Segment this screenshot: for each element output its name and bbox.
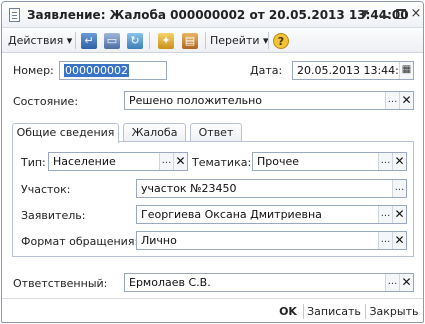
state-label: Состояние: bbox=[13, 95, 79, 108]
post-icon[interactable]: ↵ bbox=[81, 33, 97, 49]
state-value: Решено положительно bbox=[129, 94, 263, 107]
format-clear-button[interactable]: ✕ bbox=[392, 232, 406, 249]
topic-select-button[interactable]: ... bbox=[378, 153, 392, 170]
format-value: Лично bbox=[141, 234, 177, 247]
applicant-select-button[interactable]: ... bbox=[378, 206, 392, 223]
state-clear-button[interactable]: ✕ bbox=[399, 92, 413, 109]
window-title: Заявление: Жалоба 000000002 от 20.05.201… bbox=[27, 8, 409, 22]
district-label: Участок: bbox=[21, 183, 71, 196]
date-label: Дата: bbox=[250, 64, 283, 77]
district-field[interactable]: участок №23450 ... bbox=[136, 179, 407, 198]
topic-value: Прочее bbox=[257, 155, 300, 168]
chevron-down-icon: ▾ bbox=[66, 34, 73, 47]
type-label: Тип: bbox=[21, 156, 46, 169]
applicant-clear-button[interactable]: ✕ bbox=[392, 206, 406, 223]
responsible-clear-button[interactable]: ✕ bbox=[399, 274, 413, 291]
date-value: 20.05.2013 13:44:00 bbox=[297, 64, 413, 77]
topic-field[interactable]: Прочее ... ✕ bbox=[252, 152, 407, 171]
state-field[interactable]: Решено положительно ... ✕ bbox=[124, 91, 414, 110]
topic-label: Тематика: bbox=[192, 156, 252, 169]
tab-general[interactable]: Общие сведения bbox=[12, 123, 119, 143]
actions-menu-label: Действия bbox=[8, 34, 64, 47]
window-menu-button[interactable]: ▼ bbox=[357, 6, 373, 22]
ok-button[interactable]: OK bbox=[276, 302, 300, 321]
toolbar-divider bbox=[149, 32, 150, 49]
toolbar: Действия ▾ ↵ ▭ ↻ ✦ ▤ Перейти ▾ ? bbox=[2, 28, 423, 53]
district-value: участок №23450 bbox=[141, 182, 237, 195]
maximize-icon bbox=[396, 9, 406, 19]
format-label: Формат обращения: bbox=[21, 235, 139, 248]
number-label: Номер: bbox=[13, 64, 54, 77]
close-window-button[interactable]: × bbox=[408, 6, 423, 22]
toolbar-divider bbox=[268, 32, 269, 49]
responsible-select-button[interactable]: ... bbox=[385, 274, 399, 291]
number-value: 000000002 bbox=[64, 64, 129, 77]
district-select-button[interactable]: ... bbox=[392, 180, 406, 197]
number-field[interactable]: 000000002 bbox=[59, 61, 167, 80]
applicant-label: Заявитель: bbox=[21, 209, 86, 222]
title-bar: Заявление: Жалоба 000000002 от 20.05.201… bbox=[2, 2, 423, 28]
print-icon[interactable]: ▤ bbox=[182, 33, 198, 49]
applicant-value: Георгиева Оксана Дмитриевна bbox=[141, 208, 322, 221]
footer-button-divider bbox=[365, 304, 366, 319]
responsible-field[interactable]: Ермолаев С.В. ... ✕ bbox=[124, 273, 414, 292]
format-select-button[interactable]: ... bbox=[378, 232, 392, 249]
actions-menu-button[interactable]: Действия ▾ bbox=[8, 32, 72, 49]
format-field[interactable]: Лично ... ✕ bbox=[136, 231, 407, 250]
applicant-field[interactable]: Георгиева Оксана Дмитриевна ... ✕ bbox=[136, 205, 407, 224]
create-based-on-icon[interactable]: ✦ bbox=[158, 33, 174, 49]
save-button[interactable]: Записать bbox=[307, 302, 361, 321]
maximize-button[interactable] bbox=[393, 6, 409, 22]
minimize-icon bbox=[379, 16, 389, 18]
refresh-icon[interactable]: ↻ bbox=[127, 33, 143, 49]
help-icon[interactable]: ? bbox=[273, 33, 289, 49]
toolbar-divider bbox=[205, 32, 206, 49]
tab-answer[interactable]: Ответ bbox=[190, 123, 242, 142]
unpost-icon[interactable]: ▭ bbox=[104, 33, 120, 49]
responsible-value: Ермолаев С.В. bbox=[129, 276, 211, 289]
footer-button-divider bbox=[303, 304, 304, 319]
type-field[interactable]: Население ... ✕ bbox=[48, 152, 188, 171]
responsible-label: Ответственный: bbox=[13, 277, 108, 290]
type-value: Население bbox=[53, 155, 116, 168]
goto-menu-label: Перейти bbox=[210, 34, 260, 47]
toolbar-divider bbox=[75, 32, 76, 49]
tab-complaint[interactable]: Жалоба bbox=[123, 123, 186, 142]
minimize-button[interactable] bbox=[376, 6, 392, 22]
goto-menu-button[interactable]: Перейти ▾ bbox=[210, 32, 269, 49]
close-button[interactable]: Закрыть bbox=[369, 302, 419, 321]
date-field[interactable]: 20.05.2013 13:44:00 ▦ bbox=[292, 61, 414, 80]
document-window: Заявление: Жалоба 000000002 от 20.05.201… bbox=[1, 1, 424, 323]
type-select-button[interactable]: ... bbox=[159, 153, 173, 170]
type-clear-button[interactable]: ✕ bbox=[173, 153, 187, 170]
topic-clear-button[interactable]: ✕ bbox=[392, 153, 406, 170]
footer-divider bbox=[2, 298, 423, 299]
calendar-icon[interactable]: ▦ bbox=[399, 62, 413, 79]
document-icon bbox=[9, 8, 20, 22]
state-select-button[interactable]: ... bbox=[385, 92, 399, 109]
